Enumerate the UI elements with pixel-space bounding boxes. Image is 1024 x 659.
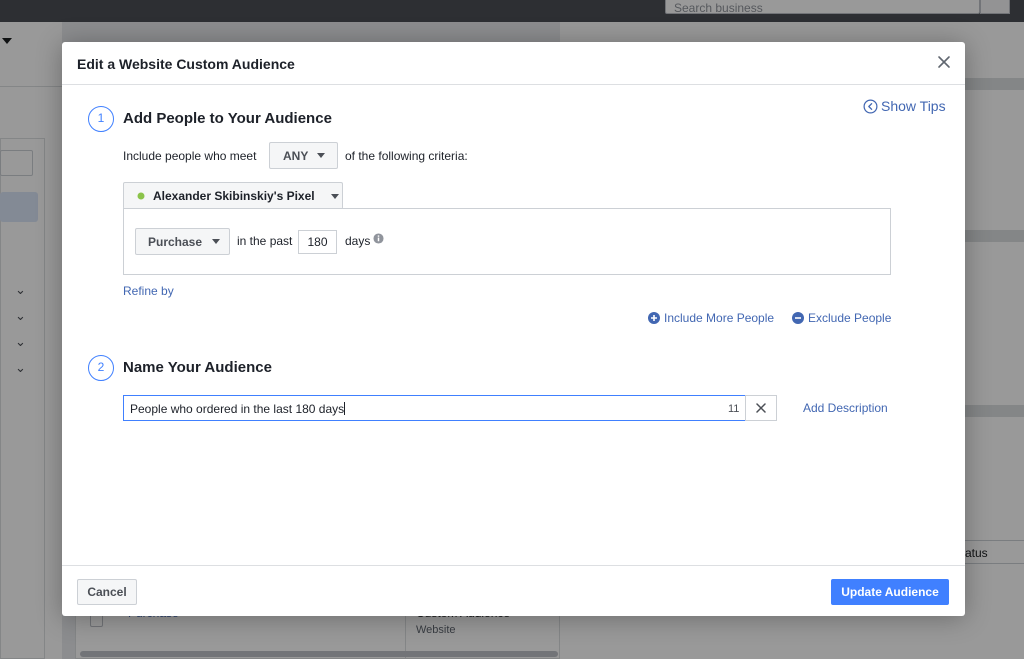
include-more-label: Include More People xyxy=(664,311,775,325)
caret-down-icon xyxy=(212,239,221,244)
character-count: 11 xyxy=(728,403,740,415)
minus-circle-icon xyxy=(792,312,804,324)
close-icon[interactable] xyxy=(935,53,953,71)
audience-name-value: People who ordered in the last 180 days xyxy=(130,402,346,416)
match-value: ANY xyxy=(283,148,309,163)
step-number-1: 1 xyxy=(88,106,114,132)
pixel-dropdown[interactable]: Alexander Skibinskiy's Pixel xyxy=(123,182,343,209)
update-audience-button[interactable]: Update Audience xyxy=(831,579,949,605)
refine-by-link[interactable]: Refine by xyxy=(123,284,174,298)
include-prefix-label: Include people who meet xyxy=(123,149,257,163)
edit-audience-dialog: Edit a Website Custom Audience Show Tips… xyxy=(62,42,965,616)
pixel-name: Alexander Skibinskiy's Pixel xyxy=(153,189,315,203)
status-dot-icon xyxy=(137,192,145,200)
section-title-name-audience: Name Your Audience xyxy=(123,359,272,376)
dialog-header: Edit a Website Custom Audience xyxy=(62,42,965,85)
clear-input-button[interactable] xyxy=(745,395,777,421)
days-label: days xyxy=(345,234,371,248)
dialog-footer: Cancel Update Audience xyxy=(62,565,965,616)
show-tips-label: Show Tips xyxy=(881,98,946,114)
exclude-people-link[interactable]: Exclude People xyxy=(792,311,891,325)
in-the-past-label: in the past xyxy=(237,234,293,248)
caret-down-icon xyxy=(317,153,326,158)
dialog-title: Edit a Website Custom Audience xyxy=(77,56,295,72)
match-any-dropdown[interactable]: ANY xyxy=(269,142,338,169)
audience-name-input[interactable]: People who ordered in the last 180 days … xyxy=(123,395,777,421)
caret-down-icon xyxy=(330,193,339,199)
section-title-add-people: Add People to Your Audience xyxy=(123,110,332,127)
include-more-people-link[interactable]: Include More People xyxy=(648,311,774,325)
chevron-left-circle-icon xyxy=(863,99,878,113)
add-description-link[interactable]: Add Description xyxy=(803,401,888,415)
exclude-label: Exclude People xyxy=(808,311,892,325)
close-icon xyxy=(756,403,766,413)
step-number-2: 2 xyxy=(88,355,114,381)
include-suffix-label: of the following criteria: xyxy=(345,149,468,163)
plus-circle-icon xyxy=(648,312,660,324)
event-dropdown[interactable]: Purchase xyxy=(135,228,230,255)
cancel-button[interactable]: Cancel xyxy=(77,579,137,605)
retention-days-input[interactable]: 180 xyxy=(298,230,337,254)
info-icon[interactable] xyxy=(373,233,384,244)
show-tips-link[interactable]: Show Tips xyxy=(863,98,946,114)
event-value: Purchase xyxy=(148,234,203,249)
